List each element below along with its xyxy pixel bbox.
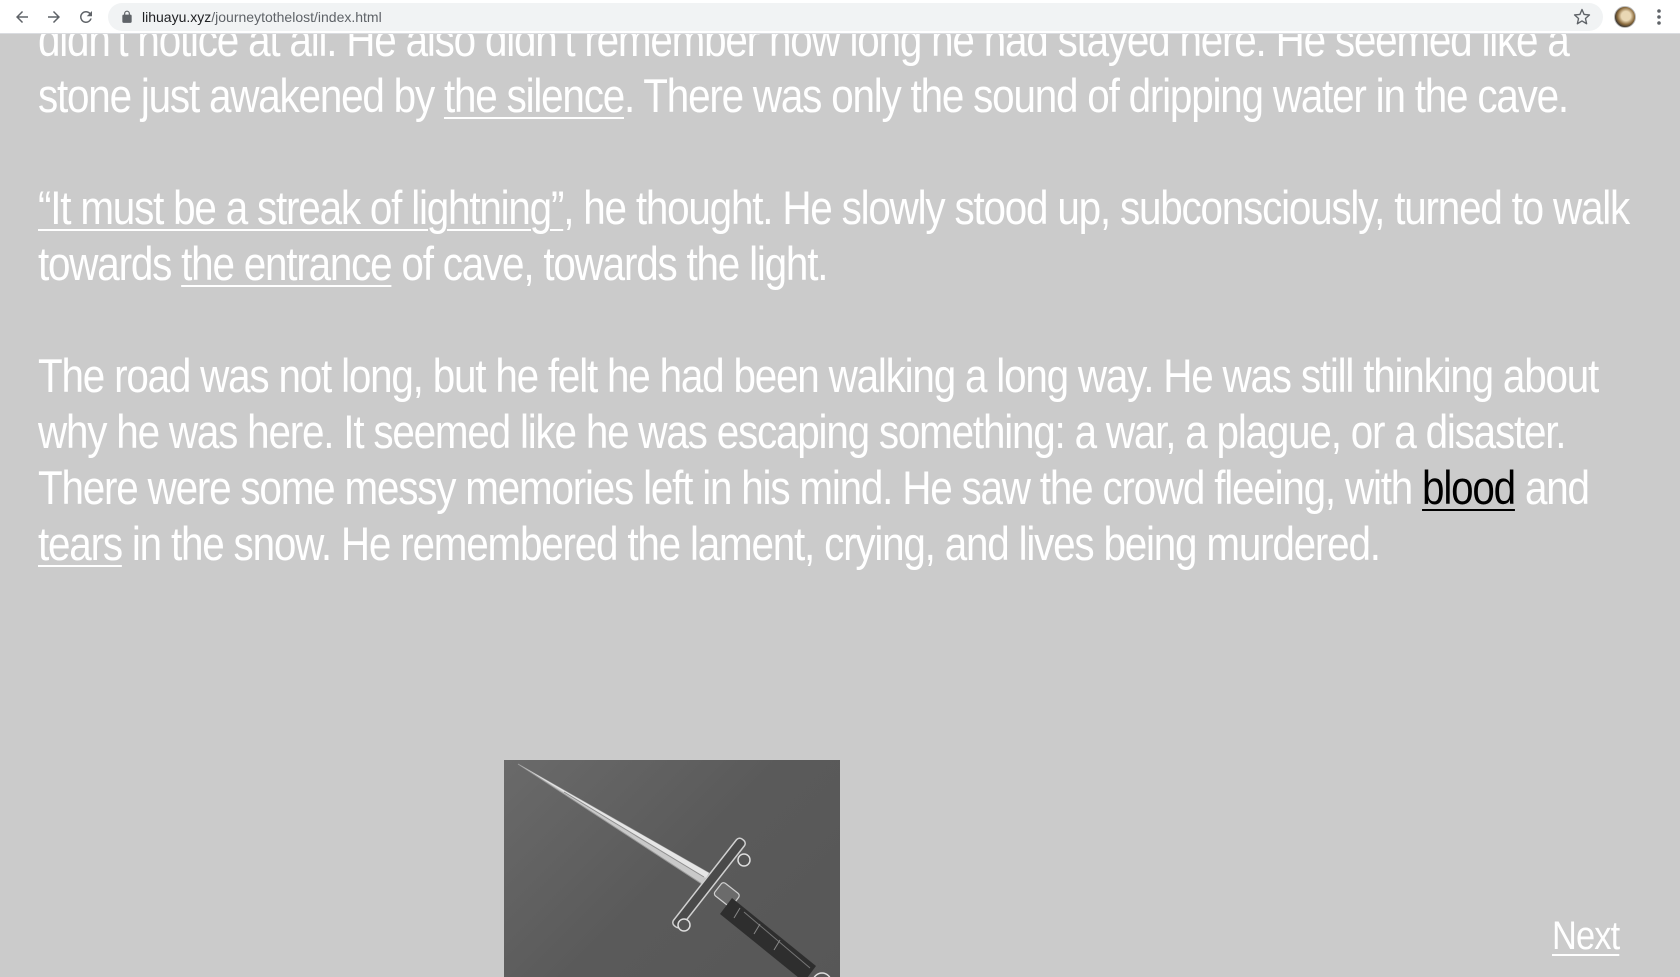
arrow-left-icon bbox=[16, 11, 28, 23]
url-text: lihuayu.xyz/journeytothelost/index.html bbox=[142, 8, 382, 26]
paragraph-text: of cave, towards the light. bbox=[391, 237, 828, 290]
dagger-image bbox=[504, 760, 840, 977]
story-text: didn’t notice at all. He also didn’t rem… bbox=[38, 34, 1643, 628]
back-button[interactable] bbox=[10, 5, 34, 29]
dagger-illustration bbox=[517, 763, 831, 977]
link-the-silence[interactable]: the silence bbox=[444, 69, 625, 122]
url-host: lihuayu.xyz bbox=[142, 9, 212, 25]
story-paragraph-2: “It must be a streak of lightning”, he t… bbox=[38, 180, 1643, 292]
paragraph-text: . There was only the sound of dripping w… bbox=[623, 69, 1569, 122]
link-tears[interactable]: tears bbox=[38, 517, 123, 570]
link-streak-of-lightning[interactable]: “It must be a streak of lightning” bbox=[38, 181, 564, 234]
address-bar[interactable]: lihuayu.xyz/journeytothelost/index.html bbox=[108, 3, 1603, 31]
story-paragraph-1: didn’t notice at all. He also didn’t rem… bbox=[38, 34, 1643, 124]
paragraph-text: and bbox=[1514, 461, 1590, 514]
url-path: /journeytothelost/index.html bbox=[211, 9, 382, 25]
paragraph-text: The road was not long, but he felt he ha… bbox=[38, 349, 1599, 514]
page-content: didn’t notice at all. He also didn’t rem… bbox=[0, 34, 1680, 977]
paragraph-text: in the snow. He remembered the lament, c… bbox=[121, 517, 1381, 570]
reload-button[interactable] bbox=[74, 5, 98, 29]
story-paragraph-3: The road was not long, but he felt he ha… bbox=[38, 348, 1643, 572]
link-the-entrance[interactable]: the entrance bbox=[181, 237, 392, 290]
avatar[interactable] bbox=[1614, 6, 1636, 28]
browser-toolbar: lihuayu.xyz/journeytothelost/index.html bbox=[0, 0, 1680, 34]
forward-button[interactable] bbox=[42, 5, 66, 29]
next-link[interactable]: Next bbox=[1552, 914, 1620, 958]
reload-icon bbox=[79, 10, 92, 23]
arrow-right-icon bbox=[48, 11, 60, 23]
link-blood[interactable]: blood bbox=[1422, 461, 1516, 514]
lock-icon bbox=[122, 10, 132, 23]
kebab-menu-icon[interactable] bbox=[1650, 7, 1668, 27]
star-icon[interactable] bbox=[1573, 8, 1591, 26]
